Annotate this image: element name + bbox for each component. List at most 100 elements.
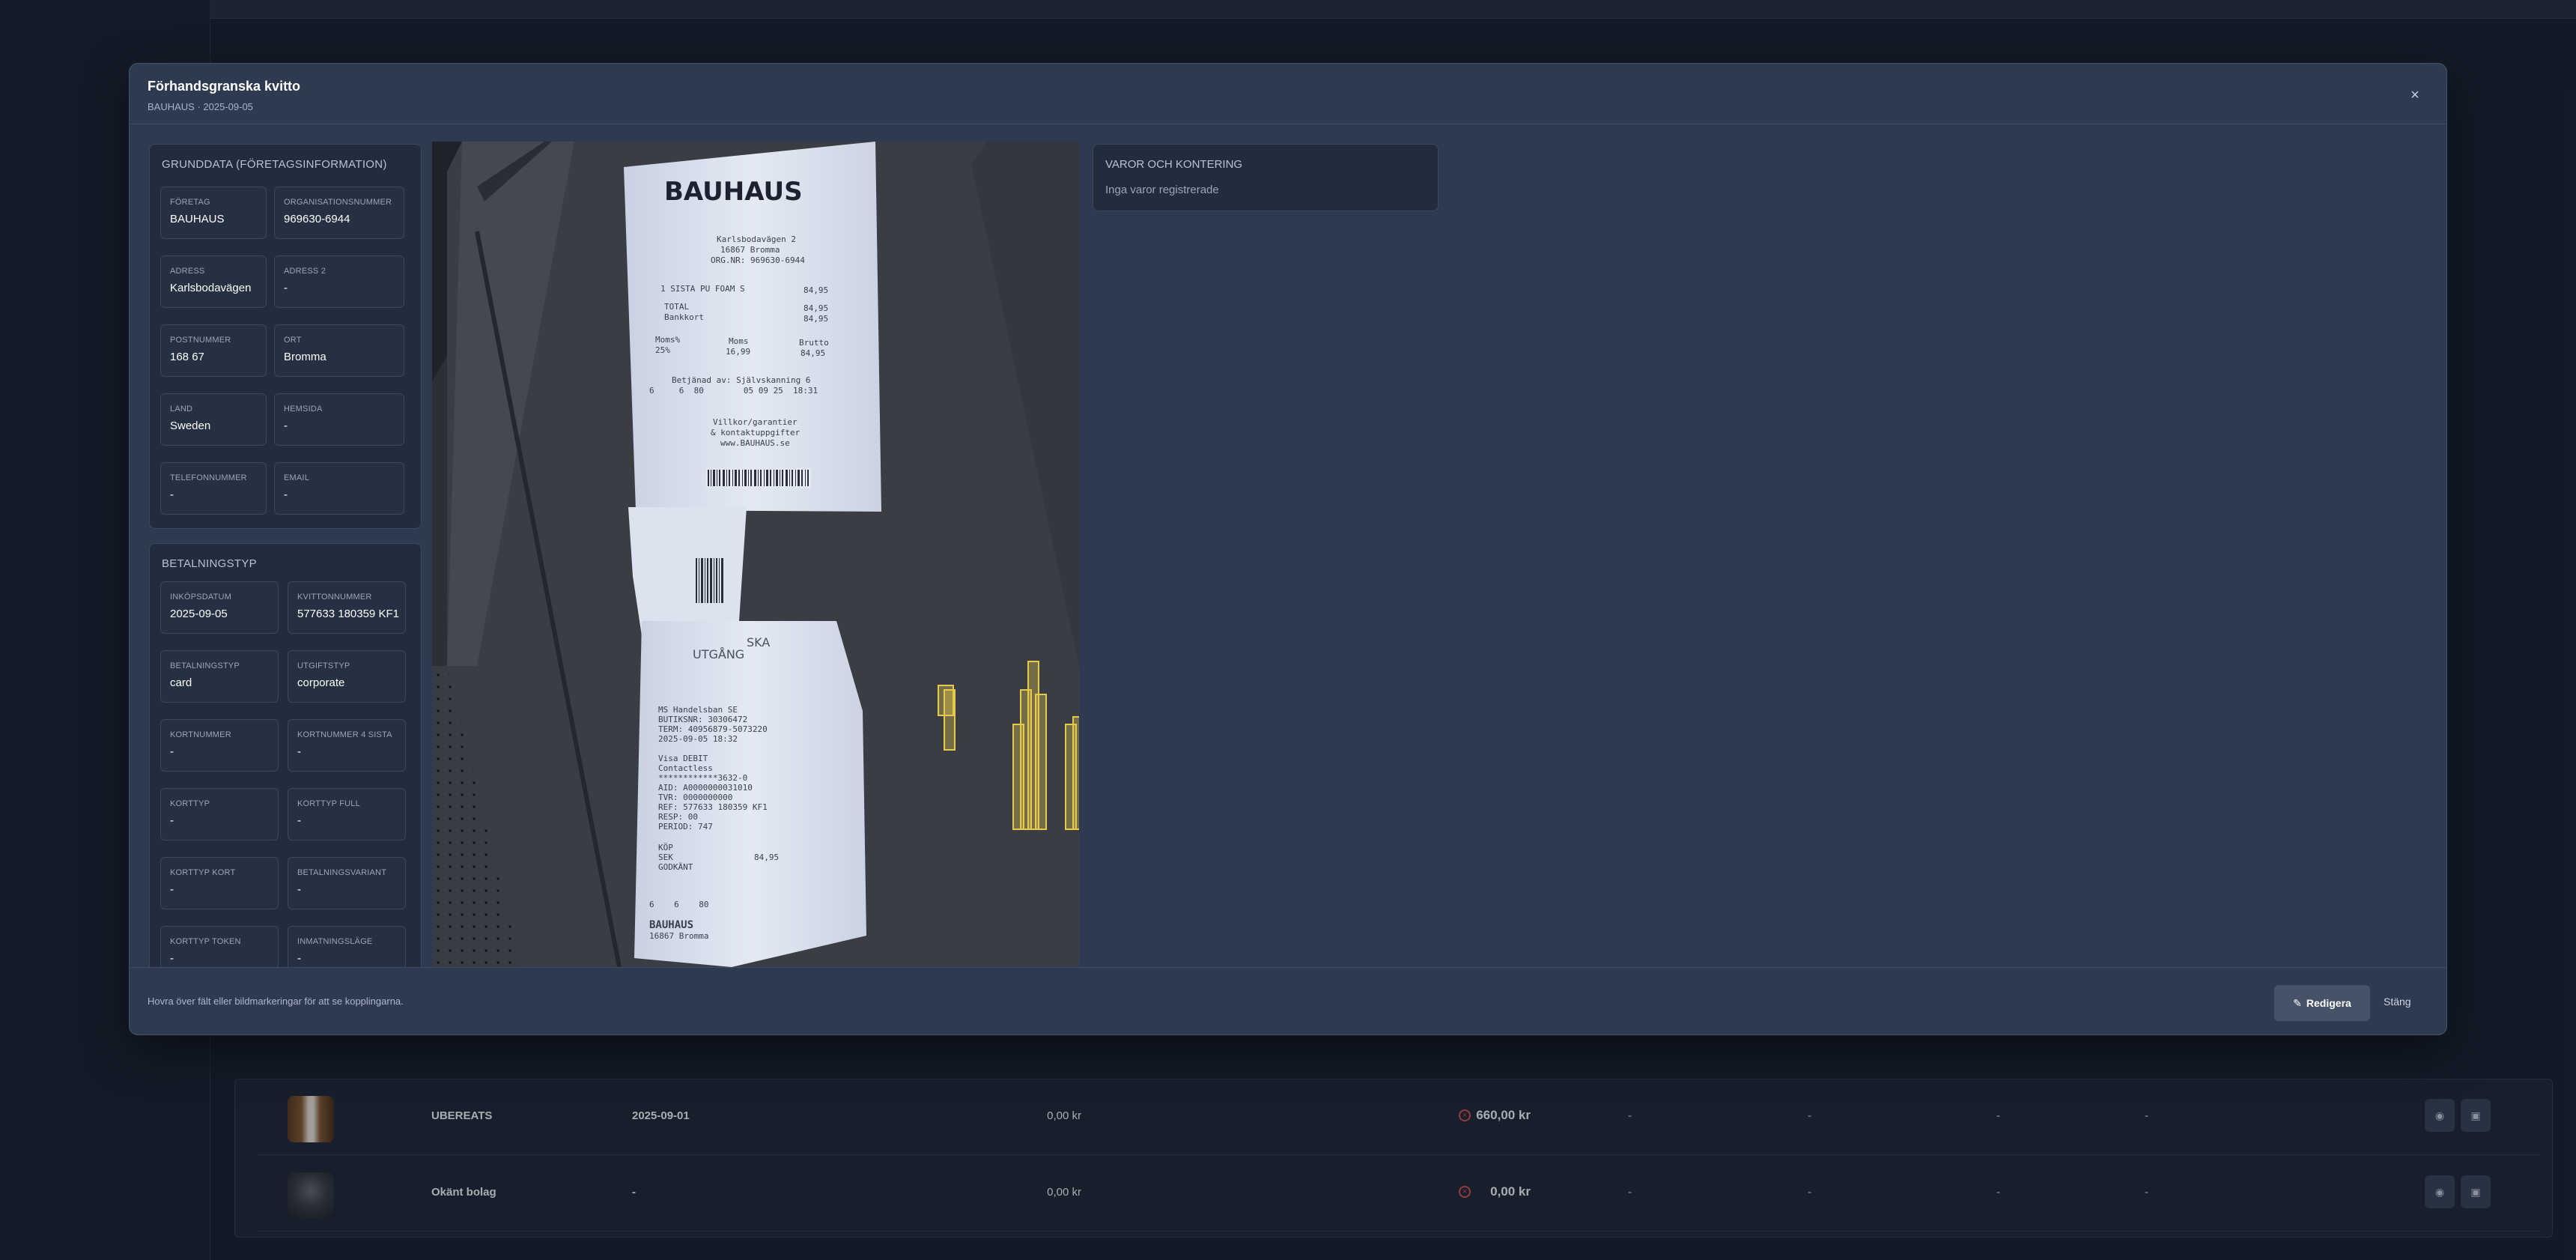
field-label: KORTTYP FULL <box>297 799 360 808</box>
field-address-2[interactable]: ADRESS 2 - <box>274 255 404 308</box>
field-expense-type[interactable]: UTGIFTSTYP corporate <box>288 650 406 703</box>
field-postal-code[interactable]: POSTNUMMER 168 67 <box>160 324 267 377</box>
field-value: - <box>297 745 301 758</box>
receipt-text: Villkor/garantier <box>713 417 798 427</box>
field-label: INKÖPSDATUM <box>170 593 232 602</box>
field-label: UTGIFTSTYP <box>297 661 350 670</box>
field-value: Bromma <box>284 351 326 363</box>
field-value: - <box>170 883 174 896</box>
field-card-token[interactable]: KORTTYP TOKEN - <box>160 926 279 968</box>
receipt-text: 84,95 <box>804 303 828 313</box>
field-card-last4[interactable]: KORTNUMMER 4 SISTA - <box>288 719 406 772</box>
receipt-text: www.BAUHAUS.se <box>720 438 790 448</box>
receipt-text: PERIOD: 747 <box>658 822 713 832</box>
receipt-text: Karlsbodavägen 2 <box>717 234 796 244</box>
receipt-text: 16867 Bromma <box>720 245 780 255</box>
field-value: Karlsbodavägen <box>170 282 252 294</box>
field-value: - <box>284 420 288 432</box>
field-country[interactable]: LAND Sweden <box>160 393 267 446</box>
field-value: 2025-09-05 <box>170 608 228 620</box>
field-website[interactable]: HEMSIDA - <box>274 393 404 446</box>
field-entry-mode[interactable]: INMATNINGSLÄGE - <box>288 926 406 968</box>
receipt-text: TOTAL <box>664 302 689 312</box>
field-label: TELEFONNUMMER <box>170 473 247 482</box>
field-label: HEMSIDA <box>284 405 323 414</box>
receipt-text: & kontaktuppgifter <box>711 428 801 437</box>
field-value: Sweden <box>170 420 211 432</box>
receipt-text: BUTIKSNR: 30306472 <box>658 715 747 724</box>
receipt-text: TVR: 0000000000 <box>658 793 732 802</box>
field-label: KORTTYP TOKEN <box>170 937 241 946</box>
field-value: - <box>170 952 174 965</box>
receipt-image[interactable]: BAUHAUS Karlsbodavägen 2 16867 Bromma OR… <box>432 142 1079 967</box>
company-info-panel: GRUNDDATA (FÖRETAGSINFORMATION) FÖRETAG B… <box>149 144 422 529</box>
field-receipt-number[interactable]: KVITTONNUMMER 577633 180359 KF1 <box>288 581 406 634</box>
field-email[interactable]: EMAIL - <box>274 462 404 515</box>
receipt-text: Visa DEBIT <box>658 754 708 763</box>
receipt-text: RESP: 00 <box>658 812 698 822</box>
receipt-text: SKA <box>747 635 770 649</box>
close-icon[interactable]: × <box>2406 86 2424 104</box>
receipt-text: GODKÄNT <box>658 862 693 872</box>
close-button[interactable]: Stäng <box>2384 996 2411 1008</box>
pencil-icon: ✎ <box>2293 997 2302 1009</box>
receipt-text: 16867 Bromma <box>649 931 708 941</box>
field-label: ADRESS 2 <box>284 267 326 276</box>
field-card-type[interactable]: KORTTYP - <box>160 788 279 840</box>
field-city[interactable]: ORT Bromma <box>274 324 404 377</box>
field-label: FÖRETAG <box>170 198 210 207</box>
receipt-text: SEK <box>658 852 673 862</box>
field-address[interactable]: ADRESS Karlsbodavägen <box>160 255 267 308</box>
field-value: - <box>170 814 174 827</box>
field-label: KORTNUMMER 4 SISTA <box>297 730 392 739</box>
panel-title: GRUNDDATA (FÖRETAGSINFORMATION) <box>162 158 387 171</box>
field-value: 168 67 <box>170 351 204 363</box>
field-label: EMAIL <box>284 473 310 482</box>
field-label: KORTTYP KORT <box>170 868 236 877</box>
receipt-text: 84,95 <box>804 285 828 295</box>
field-payment-variant[interactable]: BETALNINGSVARIANT - <box>288 857 406 909</box>
edit-button[interactable]: ✎ Redigera <box>2274 985 2370 1021</box>
modal-subtitle: BAUHAUS · 2025-09-05 <box>148 101 253 112</box>
field-card-type-full[interactable]: KORTTYP FULL - <box>288 788 406 840</box>
hover-hint: Hovra över fält eller bildmarkeringar fö… <box>148 996 404 1007</box>
field-value: 969630-6944 <box>284 213 350 225</box>
field-card-number[interactable]: KORTNUMMER - <box>160 719 279 772</box>
items-accounting-panel: VAROR OCH KONTERING Inga varor registrer… <box>1093 144 1439 211</box>
field-value: card <box>170 676 192 689</box>
receipt-text: 6 6 80 <box>649 900 708 909</box>
receipt-text: Bankkort <box>664 312 704 322</box>
receipt-text: Moms% <box>655 335 680 345</box>
field-value: - <box>284 282 288 294</box>
receipt-text: 84,95 <box>754 852 779 862</box>
edit-button-label: Redigera <box>2306 997 2351 1009</box>
field-value: corporate <box>297 676 345 689</box>
receipt-text: KÖP <box>658 843 673 852</box>
field-payment-type[interactable]: BETALNINGSTYP card <box>160 650 279 703</box>
field-label: ORT <box>284 336 302 345</box>
field-card-type-short[interactable]: KORTTYP KORT - <box>160 857 279 909</box>
receipt-text: 2025-09-05 18:32 <box>658 734 738 744</box>
receipt-text: ************3632-0 <box>658 773 747 783</box>
field-value: BAUHAUS <box>170 213 225 225</box>
receipt-text: 16,99 <box>726 347 750 357</box>
receipt-text: BAUHAUS <box>649 919 693 931</box>
field-org-number[interactable]: ORGANISATIONSNUMMER 969630-6944 <box>274 187 404 239</box>
receipt-text: Contactless <box>658 763 713 773</box>
field-label: LAND <box>170 405 193 414</box>
receipt-text: MS Handelsban SE <box>658 705 738 715</box>
field-value: - <box>170 745 174 758</box>
field-value: - <box>284 488 288 501</box>
field-company[interactable]: FÖRETAG BAUHAUS <box>160 187 267 239</box>
field-purchase-date[interactable]: INKÖPSDATUM 2025-09-05 <box>160 581 279 634</box>
field-label: KVITTONNUMMER <box>297 593 372 602</box>
field-value: - <box>170 488 174 501</box>
panel-title: VAROR OCH KONTERING <box>1105 158 1243 171</box>
panel-title: BETALNINGSTYP <box>162 557 257 570</box>
receipt-text: 1 SISTA PU FOAM S <box>660 284 745 294</box>
receipt-text: TERM: 40956879-5073220 <box>658 724 768 734</box>
field-label: KORTTYP <box>170 799 210 808</box>
receipt-text: Brutto <box>799 338 829 348</box>
field-phone[interactable]: TELEFONNUMMER - <box>160 462 267 515</box>
field-label: BETALNINGSTYP <box>170 661 240 670</box>
